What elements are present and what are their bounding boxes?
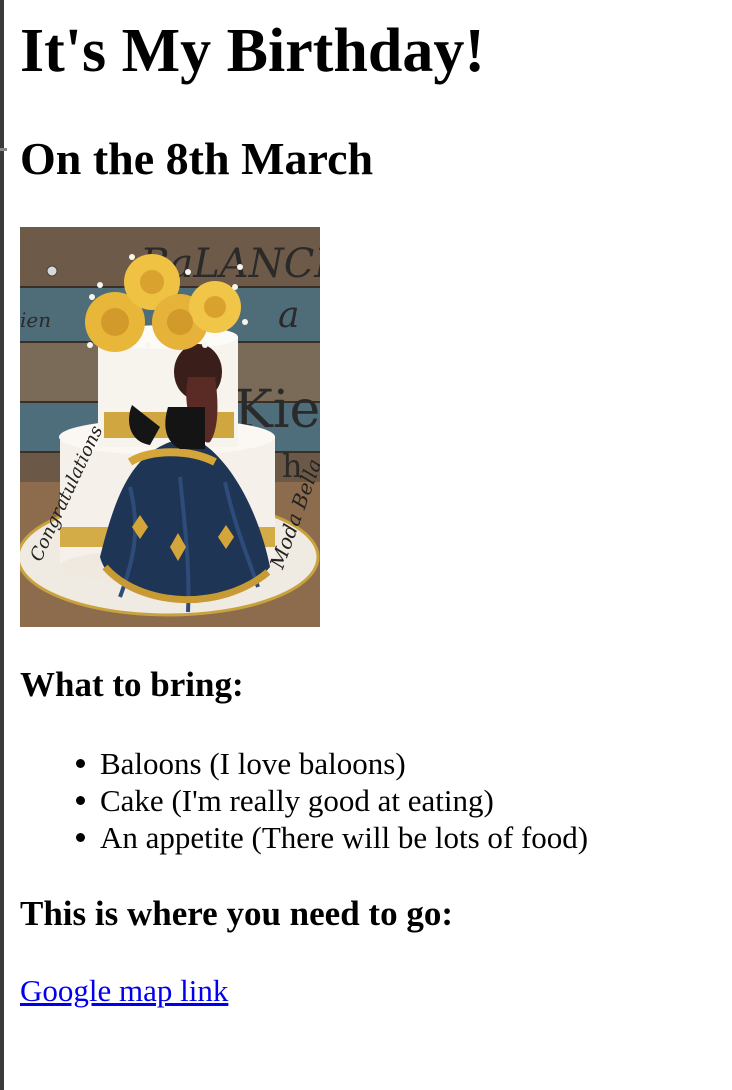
list-item: An appetite (There will be lots of food) xyxy=(20,819,588,856)
page-title: It's My Birthday! xyxy=(20,17,485,85)
cake-image: BaLANCE a Kie h ien xyxy=(20,227,320,627)
list-item-text: Baloons (I love baloons) xyxy=(100,746,406,781)
window-edge-notch xyxy=(0,148,7,151)
list-item-text: An appetite (There will be lots of food) xyxy=(100,820,589,855)
bring-heading: What to bring: xyxy=(20,665,244,704)
list-item: Baloons (I love baloons) xyxy=(20,745,588,782)
bullet-icon xyxy=(76,759,85,768)
date-heading: On the 8th March xyxy=(20,133,374,184)
window-left-edge xyxy=(0,0,4,1090)
list-item: Cake (I'm really good at eating) xyxy=(20,782,588,819)
directions-heading: This is where you need to go: xyxy=(20,894,453,933)
bullet-icon xyxy=(76,796,85,805)
bring-list: Baloons (I love baloons) Cake (I'm reall… xyxy=(20,745,588,856)
svg-text:a: a xyxy=(278,295,299,336)
list-item-text: Cake (I'm really good at eating) xyxy=(100,783,494,818)
google-map-link[interactable]: Google map link xyxy=(20,972,228,1010)
svg-text:ien: ien xyxy=(20,308,51,332)
bullet-icon xyxy=(76,833,85,842)
